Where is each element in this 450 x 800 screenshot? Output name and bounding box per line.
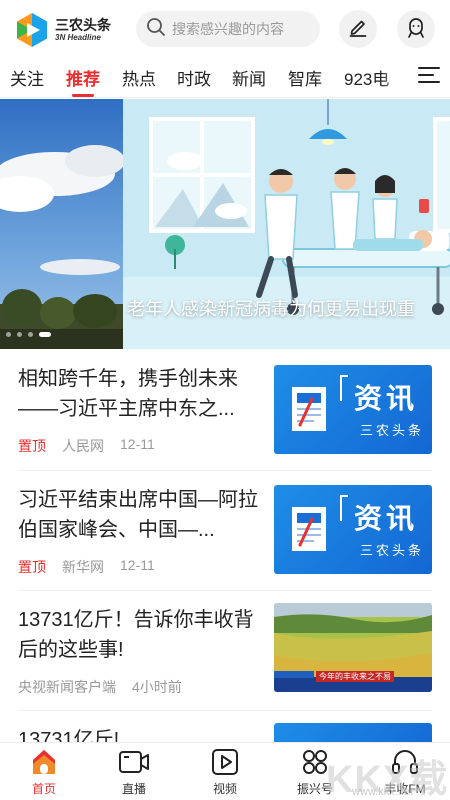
watermark-url: www.kkx.net — [352, 786, 414, 798]
nav-label: 首页 — [31, 782, 56, 796]
thumbnail-caption: 今年的丰收来之不易 — [316, 671, 394, 682]
carousel-dot[interactable] — [17, 332, 22, 337]
news-meta: 置顶 新华网 12-11 — [18, 557, 155, 577]
news-meta: 置顶 人民网 12-11 — [18, 436, 155, 456]
edit-pencil-icon — [347, 16, 369, 43]
nav-live[interactable]: 直播 — [99, 745, 169, 799]
tabs-menu-button[interactable] — [408, 58, 450, 97]
banner-carousel[interactable]: 老年人感染新冠病毒为何更易出现重 — [0, 99, 450, 349]
carousel-indicator — [6, 332, 51, 337]
carousel-dot-active[interactable] — [39, 332, 51, 337]
tab-think-tank[interactable]: 智库 — [288, 65, 322, 90]
news-title[interactable]: 习近平结束出席中国—阿拉伯国家峰会、中国—... — [18, 485, 258, 545]
news-source: 新华网 — [62, 559, 104, 575]
search-bar[interactable] — [136, 11, 320, 47]
news-thumbnail[interactable]: 今年的丰收来之不易 — [274, 603, 432, 692]
nav-video[interactable]: 视频 — [190, 745, 260, 799]
tab-follow[interactable]: 关注 — [10, 65, 44, 90]
thumbnail-subtitle: 三农头条 — [360, 543, 425, 558]
news-item[interactable]: 相知跨千年，携手创未来——习近平主席中东之... 置顶 人民网 12-11 资讯… — [0, 350, 450, 470]
thumbnail-title: 资讯 — [354, 503, 419, 534]
news-meta: 央视新闻客户端 4小时前 — [18, 677, 182, 697]
active-tab-indicator — [72, 94, 94, 97]
thumbnail-subtitle: 三农头条 — [360, 423, 425, 438]
live-camera-icon — [117, 745, 151, 779]
news-item[interactable]: 习近平结束出席中国—阿拉伯国家峰会、中国—... 置顶 新华网 12-11 资讯… — [0, 471, 450, 591]
logo-play-icon — [14, 12, 50, 48]
profile-button[interactable] — [397, 10, 435, 48]
tabs-fade — [380, 58, 410, 97]
news-time: 12-11 — [120, 557, 155, 573]
home-icon — [27, 745, 61, 779]
tab-hot[interactable]: 热点 — [122, 65, 156, 90]
banner-sky-image — [0, 99, 125, 349]
news-thumbnail[interactable]: 资讯 三农头条 — [274, 485, 432, 574]
news-title[interactable]: 相知跨千年，携手创未来——习近平主席中东之... — [18, 364, 258, 424]
tab-recommend[interactable]: 推荐 — [66, 65, 100, 90]
news-source: 央视新闻客户端 — [18, 679, 116, 695]
news-thumbnail[interactable]: 资讯 三农头条 — [274, 365, 432, 454]
search-input[interactable] — [172, 21, 312, 37]
video-play-icon — [208, 745, 242, 779]
app-logo[interactable]: 三农头条 3N Headline — [14, 12, 111, 48]
pinned-badge: 置顶 — [18, 559, 46, 575]
news-item[interactable]: 13731亿斤！告诉你丰收背后的这些事! 央视新闻客户端 4小时前 今年的丰收来… — [0, 591, 450, 711]
search-icon — [146, 17, 166, 42]
carousel-dot[interactable] — [28, 332, 33, 337]
nav-label: 视频 — [212, 782, 237, 796]
banner-caption: 老年人感染新冠病毒为何更易出现重 — [127, 299, 415, 319]
tab-politics[interactable]: 时政 — [177, 65, 211, 90]
logo-title: 三农头条 — [55, 17, 111, 33]
news-time: 4小时前 — [132, 679, 182, 695]
user-avatar-icon — [404, 15, 428, 44]
menu-lines-icon — [418, 66, 440, 89]
tab-news[interactable]: 新闻 — [232, 65, 266, 90]
thumbnail-title: 资讯 — [354, 383, 419, 414]
top-header: 三农头条 3N Headline — [0, 0, 450, 58]
compose-button[interactable] — [339, 10, 377, 48]
category-tabs: 关注 推荐 热点 时政 新闻 智库 923电 — [0, 58, 450, 98]
carousel-dot[interactable] — [6, 332, 11, 337]
news-source: 人民网 — [62, 438, 104, 454]
logo-subtitle: 3N Headline — [55, 33, 101, 42]
news-time: 12-11 — [120, 436, 155, 452]
pinned-badge: 置顶 — [18, 438, 46, 454]
nav-home[interactable]: 首页 — [9, 745, 79, 799]
nav-label: 直播 — [121, 782, 146, 796]
news-title[interactable]: 13731亿斤！告诉你丰收背后的这些事! — [18, 605, 258, 665]
